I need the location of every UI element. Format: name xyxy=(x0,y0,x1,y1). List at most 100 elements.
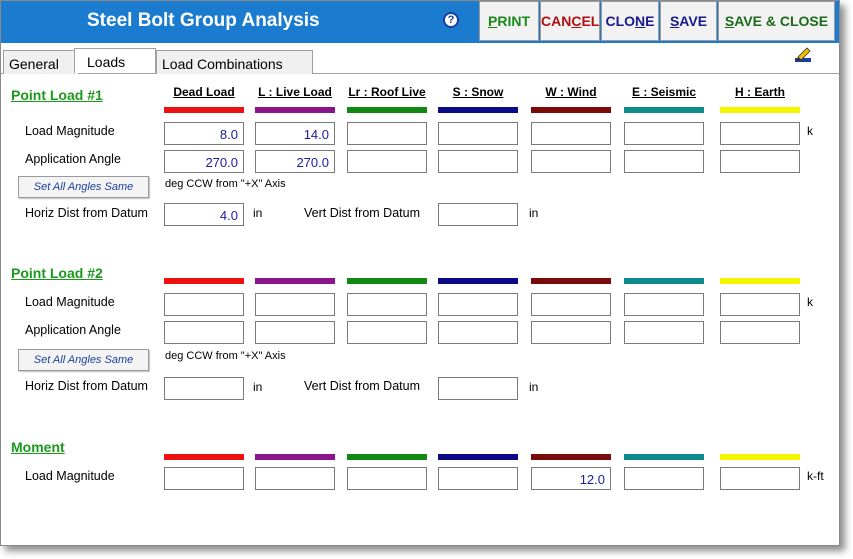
pl1-vert-unit: in xyxy=(529,206,539,220)
save-button[interactable]: SAVE xyxy=(660,1,717,41)
print-label-post: RINT xyxy=(497,13,530,29)
pl2-magnitude-field[interactable] xyxy=(255,293,335,316)
window-title: Steel Bolt Group Analysis xyxy=(87,10,320,31)
pl2-horiz-label: Horiz Dist from Datum xyxy=(25,379,148,393)
load-type-color-bar xyxy=(624,107,704,113)
moment-magnitude-field[interactable] xyxy=(347,467,427,490)
load-type-color-bar xyxy=(347,278,427,284)
pl2-angle-field[interactable] xyxy=(531,321,611,344)
pl1-angle-field[interactable] xyxy=(720,150,800,173)
load-type-color-bar xyxy=(438,107,518,113)
pl1-angle-field[interactable] xyxy=(438,150,518,173)
pl1-vert-label: Vert Dist from Datum xyxy=(304,206,420,220)
column-header: E : Seismic xyxy=(631,85,697,99)
pl2-magnitude-field[interactable] xyxy=(164,293,244,316)
point-load-1-title: Point Load #1 xyxy=(11,87,103,103)
pl2-angle-field[interactable] xyxy=(347,321,427,344)
pl1-magnitude-field[interactable] xyxy=(438,122,518,145)
pl1-angle-field[interactable] xyxy=(624,150,704,173)
pl1-angle-note: deg CCW from "+X" Axis xyxy=(165,178,286,190)
moment-magnitude-field[interactable] xyxy=(720,467,800,490)
pl2-magnitude-unit: k xyxy=(807,295,813,309)
pl2-magnitude-field[interactable] xyxy=(624,293,704,316)
pl1-magnitude-label: Load Magnitude xyxy=(25,124,115,138)
title-bar: Steel Bolt Group Analysis ? PRINT CANCEL… xyxy=(1,1,839,43)
load-type-color-bar xyxy=(720,454,800,460)
moment-magnitude-field[interactable] xyxy=(255,467,335,490)
load-type-color-bar xyxy=(347,107,427,113)
moment-magnitude-field[interactable] xyxy=(438,467,518,490)
load-type-color-bar xyxy=(438,454,518,460)
pl1-magnitude-field[interactable] xyxy=(720,122,800,145)
load-type-color-bar xyxy=(255,278,335,284)
pl1-vert-field[interactable] xyxy=(438,203,518,226)
pl2-angle-label: Application Angle xyxy=(25,323,121,337)
save-label-post: AVE xyxy=(679,13,708,29)
pl1-angle-field[interactable]: 270.0 xyxy=(255,150,335,173)
help-icon[interactable]: ? xyxy=(443,12,459,28)
load-type-color-bar xyxy=(624,278,704,284)
moment-title: Moment xyxy=(11,439,65,455)
pl2-magnitude-field[interactable] xyxy=(720,293,800,316)
moment-magnitude-field[interactable]: 12.0 xyxy=(531,467,611,490)
point-load-2-title: Point Load #2 xyxy=(11,265,103,281)
tab-strip-line xyxy=(1,73,839,74)
column-header: Dead Load xyxy=(173,85,235,99)
pl2-angle-field[interactable] xyxy=(438,321,518,344)
pl1-magnitude-field[interactable] xyxy=(624,122,704,145)
tab-general[interactable]: General xyxy=(3,50,79,74)
column-header: L : Live Load xyxy=(258,85,332,99)
pl2-magnitude-field[interactable] xyxy=(438,293,518,316)
column-header: H : Earth xyxy=(734,85,785,99)
load-type-color-bar xyxy=(255,454,335,460)
pl1-angle-field[interactable] xyxy=(531,150,611,173)
load-type-color-bar xyxy=(624,454,704,460)
pl2-magnitude-field[interactable] xyxy=(531,293,611,316)
pl1-set-all-angles-button[interactable]: Set All Angles Same xyxy=(18,176,149,198)
pl2-angle-field[interactable] xyxy=(624,321,704,344)
pl1-magnitude-unit: k xyxy=(807,124,813,138)
pl2-angle-field[interactable] xyxy=(720,321,800,344)
load-type-color-bar xyxy=(347,454,427,460)
print-button[interactable]: PRINT xyxy=(479,1,539,41)
pl1-horiz-label: Horiz Dist from Datum xyxy=(25,206,148,220)
load-type-color-bar xyxy=(164,278,244,284)
load-type-color-bar xyxy=(531,107,611,113)
load-type-color-bar xyxy=(164,107,244,113)
pl1-angle-field[interactable]: 270.0 xyxy=(164,150,244,173)
pl2-set-all-angles-button[interactable]: Set All Angles Same xyxy=(18,349,149,371)
pl1-horiz-unit: in xyxy=(253,206,263,220)
moment-magnitude-field[interactable] xyxy=(624,467,704,490)
tab-loads[interactable]: Loads xyxy=(74,48,156,73)
pl1-magnitude-field[interactable]: 14.0 xyxy=(255,122,335,145)
pl2-magnitude-field[interactable] xyxy=(347,293,427,316)
pl2-horiz-field[interactable] xyxy=(164,377,244,400)
pl1-angle-field[interactable] xyxy=(347,150,427,173)
tab-load-combinations[interactable]: Load Combinations xyxy=(156,50,313,74)
cancel-label-post: EL xyxy=(581,13,600,29)
load-type-color-bar xyxy=(438,278,518,284)
clone-label-mnemonic: N xyxy=(635,13,646,29)
edit-icon[interactable] xyxy=(794,47,812,63)
pl1-magnitude-field[interactable] xyxy=(347,122,427,145)
clone-label-pre: CLO xyxy=(605,13,636,29)
pl2-angle-field[interactable] xyxy=(255,321,335,344)
moment-magnitude-field[interactable] xyxy=(164,467,244,490)
load-type-color-bar xyxy=(164,454,244,460)
pl2-vert-unit: in xyxy=(529,380,539,394)
pl2-vert-field[interactable] xyxy=(438,377,518,400)
clone-label-post: E xyxy=(645,13,655,29)
column-header: W : Wind xyxy=(545,85,597,99)
print-label-mnemonic: P xyxy=(487,13,498,29)
pl2-angle-note: deg CCW from "+X" Axis xyxy=(165,350,286,362)
save-close-label-mnemonic: S xyxy=(724,13,735,29)
pl1-horiz-field[interactable]: 4.0 xyxy=(164,203,244,226)
clone-button[interactable]: CLONE xyxy=(601,1,659,41)
pl1-magnitude-field[interactable]: 8.0 xyxy=(164,122,244,145)
pl1-magnitude-field[interactable] xyxy=(531,122,611,145)
save-label-mnemonic: S xyxy=(669,13,680,29)
cancel-button[interactable]: CANCEL xyxy=(540,1,600,41)
pl2-angle-field[interactable] xyxy=(164,321,244,344)
save-and-close-button[interactable]: SAVE & CLOSE xyxy=(718,1,835,41)
moment-magnitude-label: Load Magnitude xyxy=(25,469,115,483)
